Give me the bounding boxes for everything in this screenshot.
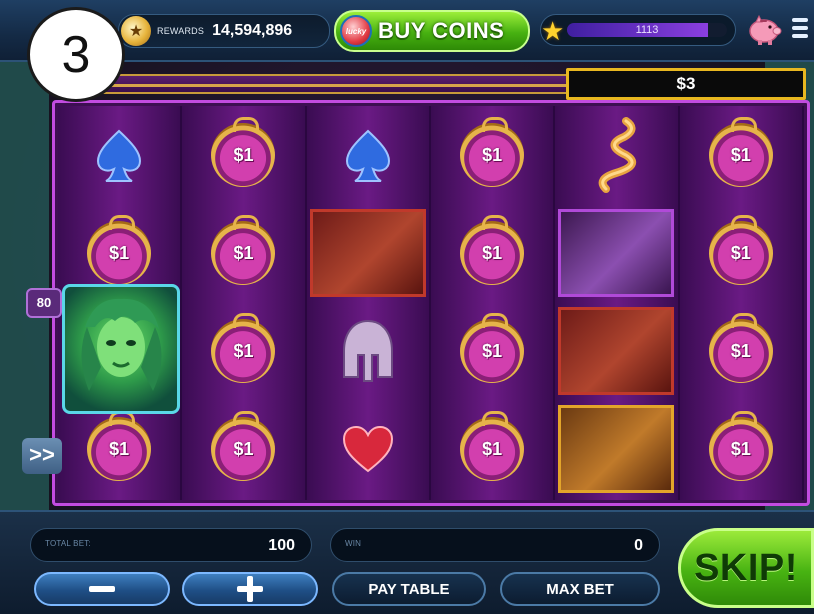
coin-symbol: $1: [182, 204, 304, 302]
coin-symbol: $1: [680, 302, 802, 400]
buy-coins-label: BUY COINS: [378, 18, 505, 43]
increase-bet-button[interactable]: [182, 572, 318, 606]
money-coin-icon: $1: [708, 215, 773, 285]
helmet-icon: [342, 319, 393, 382]
win-value: 0: [634, 537, 643, 554]
coin-label: $1: [730, 340, 751, 361]
money-coin-icon: $1: [211, 411, 276, 481]
minus-icon: [89, 586, 115, 592]
piggy-bank-icon[interactable]: [746, 14, 782, 46]
coin-label: $1: [730, 144, 751, 165]
spade-symbol: [58, 106, 180, 204]
total-bet-value: 100: [268, 537, 295, 554]
total-bet-panel: TOTAL BET: 100: [30, 528, 312, 562]
max-bet-button[interactable]: MAX BET: [500, 572, 660, 606]
coin-symbol: $1: [431, 400, 553, 498]
coin-label: $1: [730, 438, 751, 459]
coin-label: $1: [482, 340, 503, 361]
menu-icon[interactable]: [792, 18, 812, 42]
hero-kiss-tile: [309, 209, 426, 297]
money-coin-icon: $1: [708, 313, 773, 383]
coin-symbol: $1: [680, 204, 802, 302]
coin-symbol: $1: [182, 106, 304, 204]
coin-label: $1: [233, 340, 254, 361]
xp-progress-bar[interactable]: 1113 ★: [540, 14, 736, 46]
money-coin-icon: $1: [460, 215, 525, 285]
jackpot-display: $3: [566, 68, 806, 100]
coin-symbol: $1: [680, 400, 802, 498]
spade-symbol: [307, 106, 429, 204]
rewards-label: REWARDS: [157, 26, 205, 36]
coin-label: $1: [109, 242, 130, 263]
coin-label: $1: [233, 242, 254, 263]
skip-button[interactable]: SKIP!: [678, 528, 814, 608]
money-coin-icon: $1: [708, 411, 773, 481]
total-bet-label: TOTAL BET:: [45, 539, 91, 548]
buy-coins-button[interactable]: lucky BUY COINS: [334, 10, 530, 52]
helmet-symbol: [307, 302, 429, 400]
coin-symbol: $1: [431, 106, 553, 204]
coin-label: $1: [730, 242, 751, 263]
level-badge: 3: [27, 7, 125, 102]
coin-symbol: $1: [182, 302, 304, 400]
reel-column-5: [555, 106, 680, 500]
paylines-indicator: 80: [26, 288, 62, 318]
money-coin-icon: $1: [460, 117, 525, 187]
rewards-display[interactable]: ★ REWARDS 14,594,896: [118, 14, 330, 48]
decrease-bet-button[interactable]: [34, 572, 170, 606]
money-coin-icon: $1: [708, 117, 773, 187]
snake-icon: [599, 117, 637, 193]
money-coin-icon: $1: [211, 313, 276, 383]
heart-symbol: [307, 400, 429, 498]
coin-symbol: $1: [680, 106, 802, 204]
money-coin-icon: $1: [87, 411, 152, 481]
heart-icon: [342, 425, 393, 473]
medusa-symbol: [62, 284, 180, 414]
coin-label: $1: [482, 438, 503, 459]
hero-kiss-symbol: [307, 204, 429, 302]
star-icon: ★: [541, 16, 565, 46]
spade-icon: [345, 129, 390, 182]
money-coin-icon: $1: [211, 215, 276, 285]
win-label: WIN: [345, 539, 362, 548]
satyr-symbol: [555, 400, 677, 498]
win-panel: WIN 0: [330, 528, 660, 562]
reel-column-6: $1 $1 $1 $1: [679, 106, 804, 500]
plus-icon: [237, 576, 263, 602]
reel-column-2: $1 $1 $1 $1: [182, 106, 307, 500]
spade-icon: [97, 129, 142, 182]
coin-label: $1: [109, 438, 130, 459]
hero-kiss-tile: [558, 307, 675, 395]
money-coin-icon: $1: [211, 117, 276, 187]
coin-label: $1: [482, 144, 503, 165]
coin-symbol: $1: [182, 400, 304, 498]
fast-forward-button[interactable]: >>: [22, 438, 62, 474]
rewards-icon: ★: [121, 16, 151, 46]
cyclops-symbol: [555, 204, 677, 302]
coin-symbol: $1: [431, 302, 553, 400]
coin-label: $1: [233, 144, 254, 165]
rewards-value: 14,594,896: [212, 22, 293, 39]
coin-label: $1: [482, 242, 503, 263]
coin-label: $1: [233, 438, 254, 459]
money-coin-icon: $1: [87, 215, 152, 285]
pay-table-button[interactable]: PAY TABLE: [332, 572, 486, 606]
cyclops-tile: [558, 209, 675, 297]
lucky-coin-icon: lucky: [340, 15, 372, 47]
satyr-tile: [558, 405, 675, 493]
reel-column-4: $1 $1 $1 $1: [431, 106, 556, 500]
reel-column-3: [306, 106, 431, 500]
money-coin-icon: $1: [460, 313, 525, 383]
xp-value: 1113: [635, 24, 659, 36]
money-coin-icon: $1: [460, 411, 525, 481]
bonus-progress-strip: [100, 74, 570, 94]
coin-symbol: $1: [431, 204, 553, 302]
hero-kiss-symbol: [555, 302, 677, 400]
snake-symbol: [555, 106, 677, 204]
